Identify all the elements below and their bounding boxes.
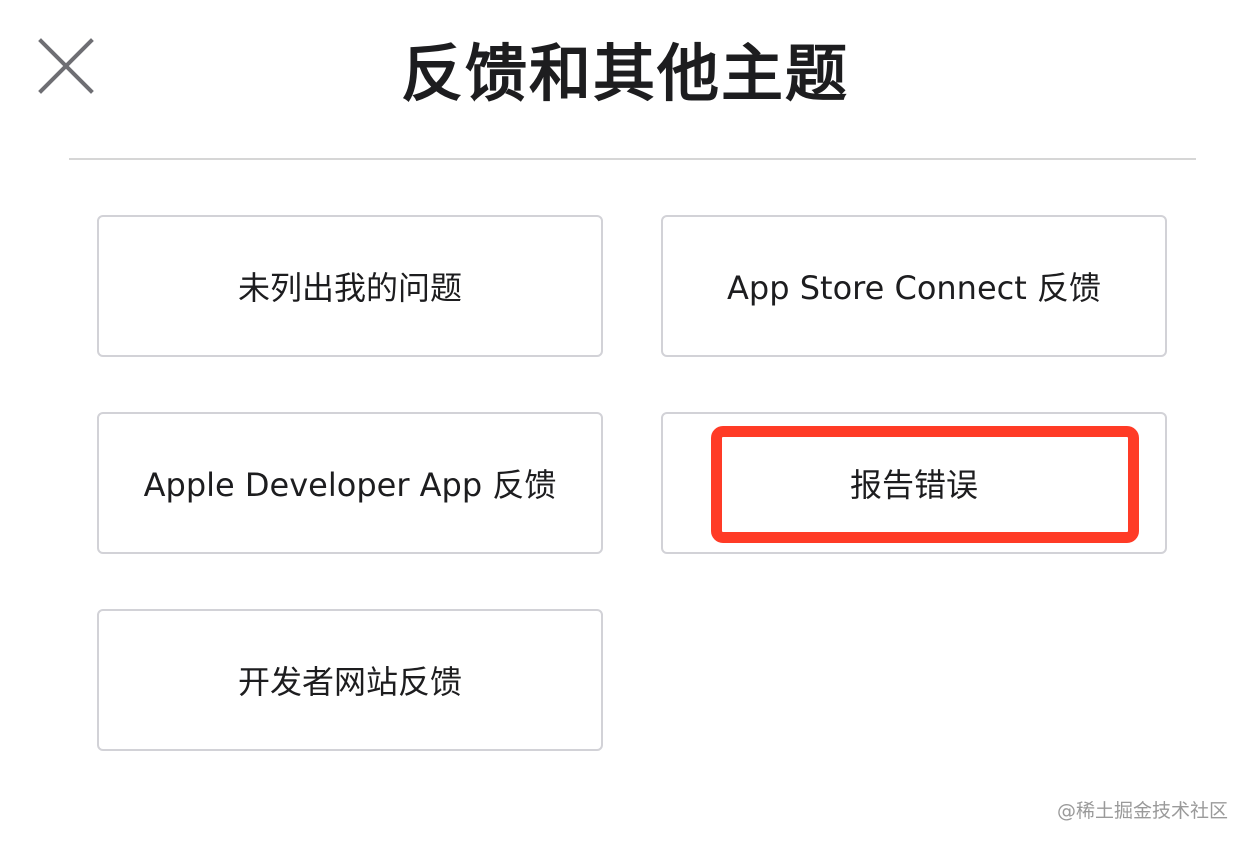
option-developer-website-feedback-button[interactable]: 开发者网站反馈 [97, 609, 603, 751]
feedback-topics-page: 反馈和其他主题 未列出我的问题 App Store Connect 反馈 App… [0, 0, 1250, 842]
option-unlisted-issue-button[interactable]: 未列出我的问题 [97, 215, 603, 357]
page-title: 反馈和其他主题 [400, 37, 849, 110]
header-divider [69, 158, 1196, 160]
option-label: Apple Developer App 反馈 [143, 466, 557, 504]
option-label: 开发者网站反馈 [237, 663, 462, 701]
option-label: 未列出我的问题 [237, 269, 462, 307]
option-label: 报告错误 [849, 466, 978, 504]
watermark: @稀土掘金技术社区 [1056, 800, 1228, 822]
option-report-bug-button[interactable]: 报告错误 [661, 412, 1167, 554]
option-label: App Store Connect 反馈 [727, 269, 1101, 307]
option-app-store-connect-feedback-button[interactable]: App Store Connect 反馈 [661, 215, 1167, 357]
option-apple-developer-app-feedback-button[interactable]: Apple Developer App 反馈 [97, 412, 603, 554]
